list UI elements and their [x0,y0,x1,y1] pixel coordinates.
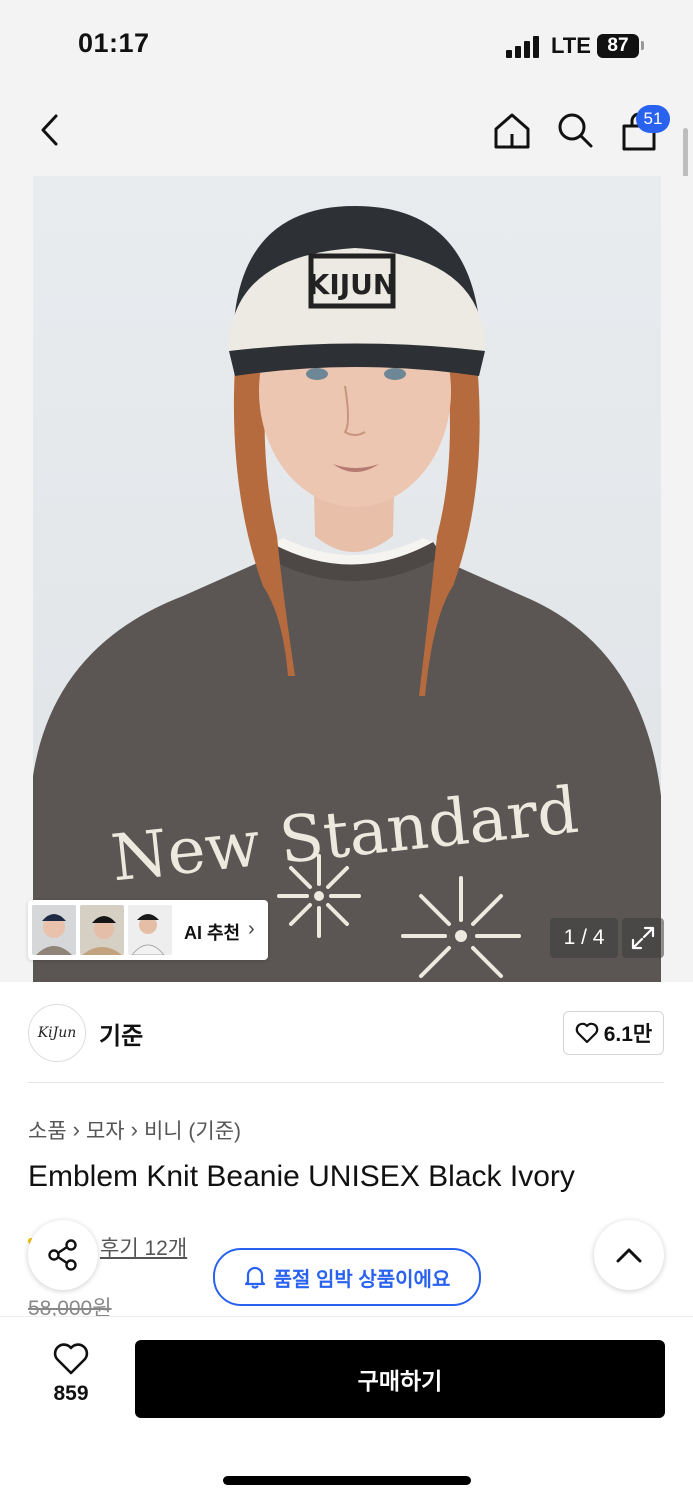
share-button[interactable] [28,1220,98,1290]
wishlist-count: 859 [53,1382,89,1405]
home-indicator [223,1476,471,1485]
recommend-thumbnail [128,905,172,955]
cart-count-badge: 51 [636,105,670,133]
product-photo: KIJUN New Standard [33,176,661,982]
soldout-notice: 품절 임박 상품이에요 [213,1248,481,1306]
heart-icon [53,1343,89,1375]
search-button[interactable] [552,107,598,153]
product-title: Emblem Knit Beanie UNISEX Black Ivory [28,1160,575,1193]
soldout-notice-text: 품절 임박 상품이에요 [273,1268,451,1291]
breadcrumb: 소품 › 모자 › 비니 (기준) [28,1115,241,1145]
battery-icon: 87 [597,34,639,58]
recommend-thumbnail [80,905,124,955]
brand-like-count: 6.1만 [603,1023,653,1046]
expand-button[interactable] [622,918,664,958]
beanie-emblem: KIJUN [308,268,397,301]
buy-button[interactable]: 구매하기 [135,1340,665,1418]
scroll-to-top-button[interactable] [594,1220,664,1290]
recommend-thumbnail [32,905,76,955]
ai-recommend-label: AI 추천 [184,923,241,943]
review-link[interactable]: 후기 12개 [100,1232,187,1262]
brand-logo[interactable]: KiJun [28,1004,86,1062]
signal-icon [506,36,542,58]
breadcrumb-item[interactable]: 모자 [86,1115,125,1145]
breadcrumb-item[interactable]: 비니 (기준) [144,1115,241,1145]
bell-icon [244,1266,265,1289]
product-main-image[interactable]: KIJUN New Standard [33,176,661,982]
wishlist-button[interactable]: 859 [40,1342,102,1412]
brand-name[interactable]: 기준 [99,1016,143,1051]
home-icon [494,113,530,149]
home-button[interactable] [489,107,535,153]
chevron-right-icon: › [248,918,255,940]
status-time: 01:17 [78,28,150,58]
chevron-up-icon [616,1248,642,1263]
search-icon [558,113,593,148]
expand-icon [631,926,655,950]
brand-like-button[interactable]: 6.1만 [563,1011,664,1055]
chevron-left-icon [41,114,58,146]
battery-tip [641,41,644,50]
breadcrumb-item[interactable]: 소품 [28,1115,67,1145]
share-icon [48,1239,77,1271]
heart-icon [575,1022,599,1044]
divider [28,1082,664,1083]
image-counter: 1 / 4 [550,918,618,958]
network-type: LTE [551,33,591,58]
breadcrumb-separator-icon: › [130,1117,138,1142]
breadcrumb-separator-icon: › [72,1117,80,1142]
back-button[interactable] [27,107,73,153]
